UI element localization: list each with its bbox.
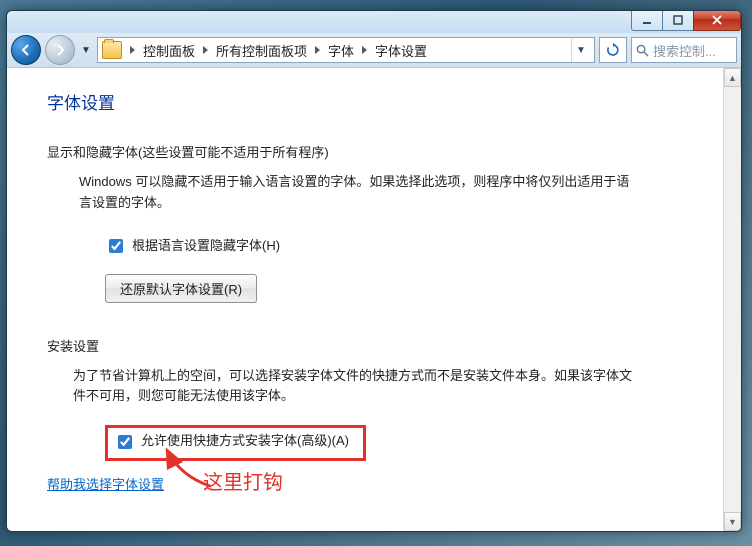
refresh-icon xyxy=(606,43,620,57)
explorer-window: ▼ 控制面板 所有控制面板项 字体 字体设置 ▼ 搜索控制... xyxy=(6,10,742,532)
checkbox-text: 根据语言设置隐藏字体(H) xyxy=(132,236,280,257)
close-button[interactable] xyxy=(693,10,741,31)
hide-fonts-checkbox[interactable] xyxy=(109,239,123,253)
breadcrumb-item[interactable]: 字体 xyxy=(328,41,354,60)
page-title: 字体设置 xyxy=(47,90,693,117)
forward-button[interactable] xyxy=(45,35,75,65)
annotation-highlight-box: 允许使用快捷方式安装字体(高级)(A) xyxy=(105,425,366,461)
search-placeholder: 搜索控制... xyxy=(653,41,716,60)
maximize-icon xyxy=(672,14,684,26)
address-dropdown[interactable]: ▼ xyxy=(571,38,590,62)
minimize-icon xyxy=(641,14,653,26)
section-heading: 显示和隐藏字体(这些设置可能不适用于所有程序) xyxy=(47,143,693,164)
section-description: 为了节省计算机上的空间，可以选择安装字体文件的快捷方式而不是安装文件本身。如果该… xyxy=(73,366,633,408)
nav-history-dropdown[interactable]: ▼ xyxy=(79,45,93,56)
navigation-bar: ▼ 控制面板 所有控制面板项 字体 字体设置 ▼ 搜索控制... xyxy=(7,33,741,68)
back-button[interactable] xyxy=(11,35,41,65)
shortcut-install-checkbox-label[interactable]: 允许使用快捷方式安装字体(高级)(A) xyxy=(114,431,349,452)
titlebar xyxy=(7,11,741,33)
chevron-right-icon xyxy=(130,46,135,54)
shortcut-install-checkbox[interactable] xyxy=(118,435,132,449)
chevron-right-icon xyxy=(203,46,208,54)
close-icon xyxy=(711,14,723,26)
checkbox-text: 允许使用快捷方式安装字体(高级)(A) xyxy=(141,431,349,452)
search-input[interactable]: 搜索控制... xyxy=(631,37,737,63)
restore-defaults-button[interactable]: 还原默认字体设置(R) xyxy=(105,274,257,303)
help-link[interactable]: 帮助我选择字体设置 xyxy=(47,475,164,496)
arrow-left-icon xyxy=(19,43,33,57)
breadcrumb-item[interactable]: 所有控制面板项 xyxy=(216,41,307,60)
refresh-button[interactable] xyxy=(599,37,627,63)
breadcrumb-item[interactable]: 控制面板 xyxy=(143,41,195,60)
chevron-right-icon xyxy=(362,46,367,54)
hide-fonts-checkbox-label[interactable]: 根据语言设置隐藏字体(H) xyxy=(105,236,280,257)
breadcrumb-item[interactable]: 字体设置 xyxy=(375,41,427,60)
minimize-button[interactable] xyxy=(631,10,663,31)
folder-icon xyxy=(102,41,122,59)
address-bar[interactable]: 控制面板 所有控制面板项 字体 字体设置 ▼ xyxy=(97,37,595,63)
section-description: Windows 可以隐藏不适用于输入语言设置的字体。如果选择此选项，则程序中将仅… xyxy=(79,172,639,214)
scroll-down-button[interactable]: ▼ xyxy=(724,512,741,531)
arrow-right-icon xyxy=(53,43,67,57)
content-pane: 字体设置 显示和隐藏字体(这些设置可能不适用于所有程序) Windows 可以隐… xyxy=(7,68,723,531)
chevron-right-icon xyxy=(315,46,320,54)
vertical-scrollbar[interactable]: ▲ ▼ xyxy=(723,68,741,531)
search-icon xyxy=(636,44,649,57)
section-heading: 安装设置 xyxy=(47,337,693,358)
scroll-up-button[interactable]: ▲ xyxy=(724,68,741,87)
maximize-button[interactable] xyxy=(662,10,694,31)
